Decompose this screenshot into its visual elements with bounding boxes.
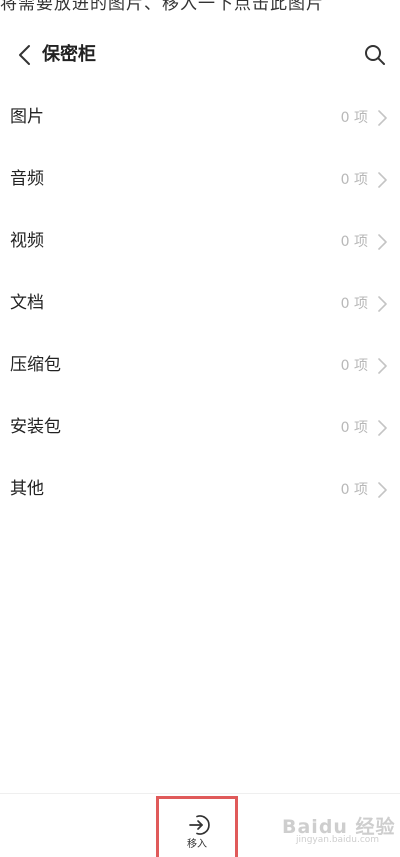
category-label: 视频 — [10, 231, 44, 251]
chevron-left-icon — [19, 45, 30, 65]
category-count: 0 项 — [340, 420, 368, 436]
watermark-url: jingyan.baidu.com — [296, 835, 380, 845]
back-button[interactable] — [10, 40, 38, 70]
category-row-archives[interactable]: 压缩包 0 项 — [0, 334, 400, 396]
move-in-label: 移入 — [187, 839, 207, 850]
category-row-video[interactable]: 视频 0 项 — [0, 210, 400, 272]
category-row-images[interactable]: 图片 0 项 — [0, 86, 400, 148]
search-icon — [365, 45, 385, 65]
category-list: 图片 0 项 音频 0 项 视频 0 项 文档 0 项 压缩包 0 项 安装包 … — [0, 86, 400, 520]
category-row-audio[interactable]: 音频 0 项 — [0, 148, 400, 210]
chevron-right-icon — [378, 172, 387, 188]
search-button[interactable] — [360, 40, 390, 70]
category-label: 其他 — [10, 479, 44, 499]
category-count: 0 项 — [340, 358, 368, 374]
category-label: 文档 — [10, 293, 44, 313]
chevron-right-icon — [378, 296, 387, 312]
page-title: 保密柜 — [42, 44, 96, 65]
chevron-right-icon — [378, 358, 387, 374]
category-count: 0 项 — [340, 482, 368, 498]
move-in-button[interactable]: 移入 — [156, 796, 238, 857]
chevron-right-icon — [378, 110, 387, 126]
chevron-right-icon — [378, 482, 387, 498]
page: 将需要放进的图片、移入一下点击此图片 保密柜 图片 0 项 音频 0 项 视频 — [0, 0, 400, 857]
caption-text: 将需要放进的图片、移入一下点击此图片 — [0, 0, 324, 14]
category-count: 0 项 — [340, 110, 368, 126]
category-row-other[interactable]: 其他 0 项 — [0, 458, 400, 520]
chevron-right-icon — [378, 234, 387, 250]
category-label: 图片 — [10, 107, 44, 127]
category-row-packages[interactable]: 安装包 0 项 — [0, 396, 400, 458]
category-count: 0 项 — [340, 172, 368, 188]
category-label: 音频 — [10, 169, 44, 189]
move-in-icon — [189, 815, 210, 835]
category-count: 0 项 — [340, 296, 368, 312]
category-label: 压缩包 — [10, 355, 61, 375]
category-label: 安装包 — [10, 417, 61, 437]
category-count: 0 项 — [340, 234, 368, 250]
category-row-documents[interactable]: 文档 0 项 — [0, 272, 400, 334]
chevron-right-icon — [378, 420, 387, 436]
app-header: 保密柜 — [0, 34, 400, 76]
